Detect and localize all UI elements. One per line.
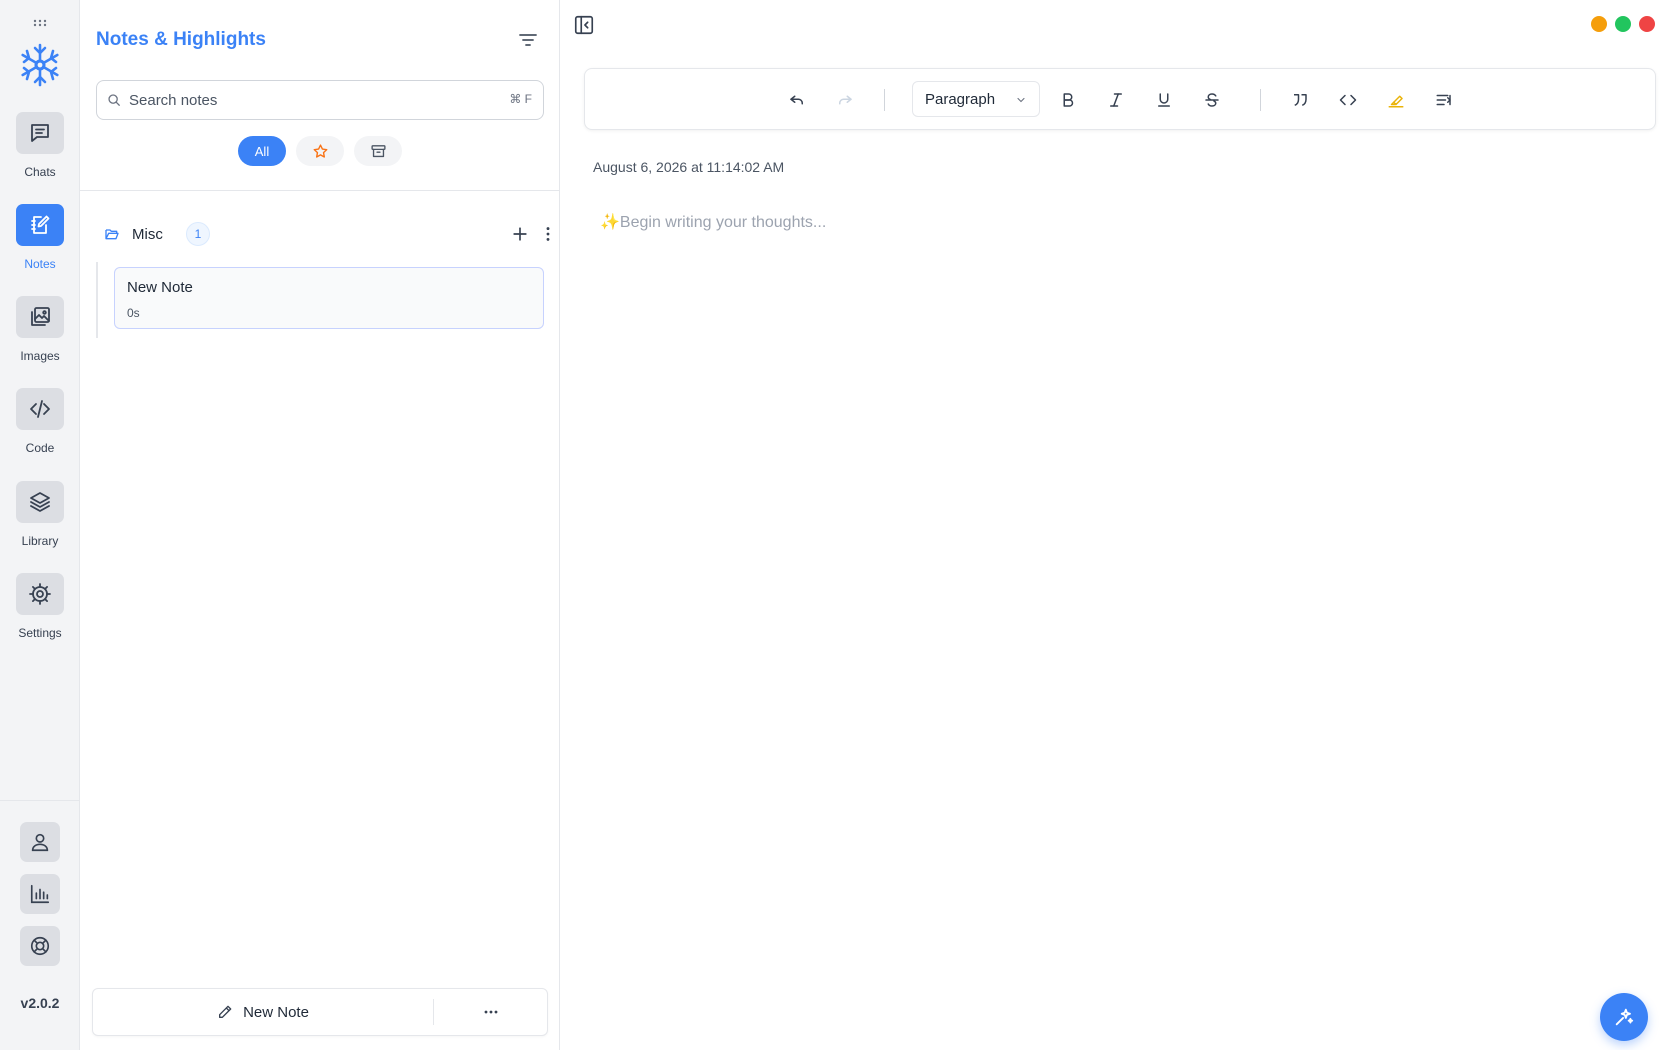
text-wrap-icon[interactable] xyxy=(1432,88,1456,112)
block-format-value: Paragraph xyxy=(925,91,996,108)
nav-settings[interactable]: Settings xyxy=(0,573,80,640)
bold-icon[interactable] xyxy=(1056,88,1080,112)
window-minimize-button[interactable] xyxy=(1591,16,1607,32)
undo-icon[interactable] xyxy=(785,88,809,112)
nav-label: Notes xyxy=(24,257,56,271)
chat-icon[interactable] xyxy=(16,112,64,154)
filter-all-chip[interactable]: All xyxy=(238,136,286,166)
app-rail: Chats Notes Images Code Library Settings… xyxy=(0,0,80,1050)
layers-icon[interactable] xyxy=(16,481,64,523)
search-box: ⌘ F xyxy=(96,80,544,120)
notes-panel: Notes & Highlights ⌘ F All Misc 1 xyxy=(80,0,560,1050)
filter-starred-chip[interactable] xyxy=(296,136,344,166)
star-icon xyxy=(313,143,327,158)
filter-icon[interactable] xyxy=(516,28,540,52)
drag-handle-icon[interactable] xyxy=(32,19,48,27)
user-icon[interactable] xyxy=(20,822,60,862)
editor-content-area[interactable]: ✨Begin writing your thoughts... xyxy=(600,212,826,232)
panel-title: Notes & Highlights xyxy=(96,29,266,50)
chart-icon[interactable] xyxy=(20,874,60,914)
rail-divider xyxy=(0,800,80,801)
folder-name: Misc xyxy=(132,226,163,243)
toolbar-divider xyxy=(884,89,885,111)
nav-library[interactable]: Library xyxy=(0,481,80,548)
redo-icon[interactable] xyxy=(833,88,857,112)
highlighter-icon[interactable] xyxy=(1384,88,1408,112)
sparkle-wand-icon xyxy=(1615,1008,1634,1026)
folder-row[interactable]: Misc 1 xyxy=(96,220,550,248)
folder-open-icon xyxy=(105,229,119,240)
gear-icon[interactable] xyxy=(16,573,64,615)
italic-icon[interactable] xyxy=(1104,88,1128,112)
underline-icon[interactable] xyxy=(1152,88,1176,112)
note-time: 0s xyxy=(127,306,140,320)
note-created-date: August 6, 2026 at 11:14:02 AM xyxy=(593,159,785,175)
quote-icon[interactable] xyxy=(1288,88,1312,112)
filter-chips: All xyxy=(80,136,560,166)
notes-icon[interactable] xyxy=(16,204,64,246)
block-format-select[interactable]: Paragraph xyxy=(912,81,1040,117)
app-logo-icon xyxy=(21,43,59,87)
note-title: New Note xyxy=(127,279,193,296)
nav-label: Library xyxy=(21,534,59,548)
add-note-to-folder-icon[interactable] xyxy=(510,224,530,244)
notes-footer: New Note xyxy=(92,988,548,1036)
note-list-item[interactable]: New Note 0s xyxy=(114,267,544,329)
ai-assistant-button[interactable] xyxy=(1600,993,1648,1041)
nav-images[interactable]: Images xyxy=(0,296,80,363)
archive-icon xyxy=(370,144,386,157)
chevron-down-icon xyxy=(1017,97,1025,103)
toolbar-divider xyxy=(1260,89,1261,111)
code-icon[interactable] xyxy=(16,388,64,430)
folder-more-icon[interactable] xyxy=(538,224,558,244)
window-close-button[interactable] xyxy=(1639,16,1655,32)
nav-notes[interactable]: Notes xyxy=(0,204,80,271)
pencil-icon xyxy=(219,1005,232,1018)
panel-divider xyxy=(80,190,560,191)
search-shortcut: ⌘ F xyxy=(509,92,532,106)
more-horizontal-icon xyxy=(484,1010,498,1014)
sidebar-collapse-icon[interactable] xyxy=(573,14,595,41)
code-inline-icon[interactable] xyxy=(1336,88,1360,112)
search-input[interactable] xyxy=(129,81,499,119)
more-options-button[interactable] xyxy=(434,989,548,1035)
nav-label: Chats xyxy=(24,165,56,179)
nav-code[interactable]: Code xyxy=(0,388,80,455)
editor-toolbar: Paragraph xyxy=(584,68,1656,130)
filter-archived-chip[interactable] xyxy=(354,136,402,166)
nav-label: Images xyxy=(20,349,60,363)
images-icon[interactable] xyxy=(16,296,64,338)
nav-label: Code xyxy=(25,441,55,455)
nav-chats[interactable]: Chats xyxy=(0,112,80,179)
new-note-button[interactable]: New Note xyxy=(93,989,433,1035)
new-note-label: New Note xyxy=(243,1003,309,1021)
strikethrough-icon[interactable] xyxy=(1200,88,1224,112)
help-icon[interactable] xyxy=(20,926,60,966)
app-version: v2.0.2 xyxy=(20,995,60,1011)
search-icon xyxy=(108,94,120,106)
tree-indent-line xyxy=(96,262,98,338)
nav-label: Settings xyxy=(18,626,62,640)
window-maximize-button[interactable] xyxy=(1615,16,1631,32)
folder-count-badge: 1 xyxy=(186,222,210,246)
